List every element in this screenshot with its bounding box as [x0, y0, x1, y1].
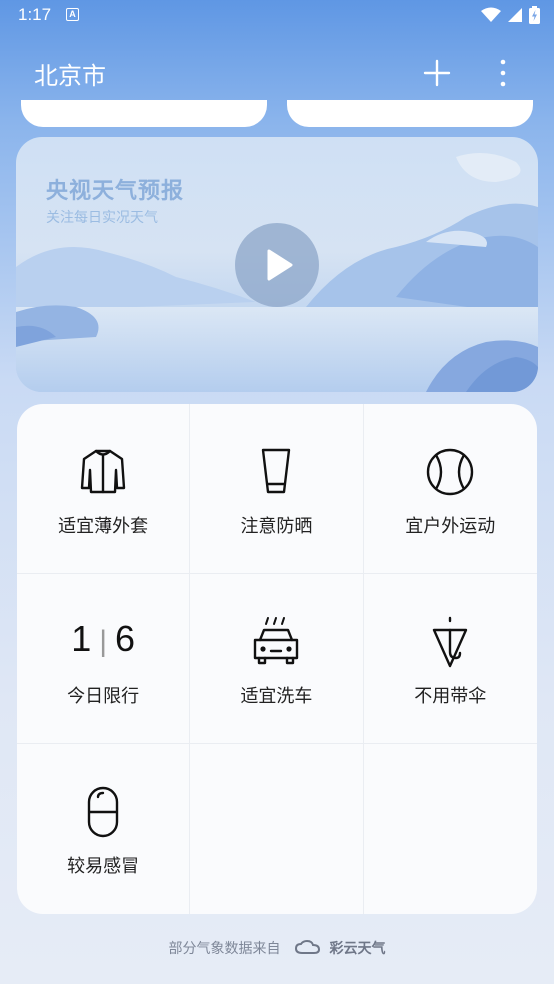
tip-cold[interactable]: 较易感冒: [17, 744, 191, 914]
scrolled-card-right: [287, 100, 533, 127]
tip-label: 不用带伞: [414, 686, 487, 707]
tip-label: 注意防晒: [240, 516, 313, 537]
video-subtitle: 关注每日实况天气: [46, 210, 158, 226]
limit-separator: |: [99, 625, 108, 658]
caiyun-cloud-icon: [294, 939, 321, 954]
status-bar: 1:17 A: [0, 0, 554, 30]
empty-cell: [364, 744, 537, 914]
tip-sunscreen[interactable]: 注意防晒: [190, 404, 364, 574]
tip-label: 宜户外运动: [405, 516, 496, 537]
play-icon: [267, 249, 293, 281]
source-brand[interactable]: 彩云天气: [329, 941, 385, 957]
baseball-icon: [427, 448, 474, 496]
tip-car-wash[interactable]: 适宜洗车: [190, 574, 364, 744]
plus-icon: [423, 59, 451, 87]
jacket-icon: [80, 449, 126, 494]
city-title[interactable]: 北京市: [34, 56, 106, 91]
status-time: 1:17: [18, 5, 52, 24]
tip-umbrella[interactable]: 不用带伞: [363, 574, 537, 744]
empty-cell: [190, 744, 364, 914]
wifi-icon: [481, 7, 501, 22]
video-title: 央视天气预报: [46, 179, 185, 204]
capsule-icon: [87, 786, 119, 838]
more-menu-button[interactable]: [488, 56, 518, 90]
battery-icon: [529, 6, 540, 24]
traffic-limit-numbers: 1 | 6: [17, 618, 189, 660]
tip-jacket[interactable]: 适宜薄外套: [17, 404, 191, 574]
add-city-button[interactable]: [420, 56, 454, 90]
tip-outdoor[interactable]: 宜户外运动: [363, 404, 537, 574]
limit-number-second: 6: [115, 618, 136, 659]
video-forecast-card[interactable]: 央视天气预报 关注每日实况天气: [16, 137, 538, 392]
app-header: 北京市: [0, 44, 554, 100]
tip-label: 适宜洗车: [240, 686, 313, 707]
notification-icon: A: [66, 8, 79, 21]
status-icons: [481, 6, 540, 24]
tip-traffic-limit[interactable]: 1 | 6 今日限行: [17, 574, 191, 744]
life-index-card: 适宜薄外套 注意防晒 宜户外运动 1 | 6 今日限行 适宜洗车 不用带伞 较易…: [17, 404, 537, 914]
signal-icon: [508, 8, 522, 22]
car-wash-icon: [254, 617, 299, 665]
life-index-grid: 适宜薄外套 注意防晒 宜户外运动 1 | 6 今日限行 适宜洗车 不用带伞 较易…: [17, 404, 537, 914]
more-vertical-icon: [500, 59, 506, 87]
tip-label: 较易感冒: [67, 856, 140, 877]
scrolled-card-left: [21, 100, 267, 127]
play-button[interactable]: [235, 223, 319, 307]
tip-label: 适宜薄外套: [58, 516, 149, 537]
data-source-footer: 部分气象数据来自 彩云天气: [0, 938, 554, 958]
tip-label: 今日限行: [67, 686, 140, 707]
limit-number-first: 1: [71, 618, 92, 659]
umbrella-icon: [433, 616, 468, 668]
sunscreen-icon: [262, 448, 291, 494]
source-text: 部分气象数据来自: [168, 941, 281, 957]
